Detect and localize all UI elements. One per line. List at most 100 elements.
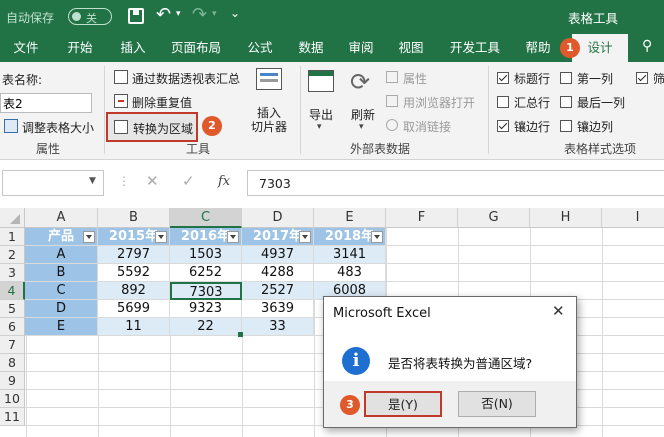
dialog-message: 是否将表转换为普通区域? — [388, 356, 533, 371]
table-name-input[interactable] — [0, 93, 92, 113]
table-cell[interactable]: 22 — [170, 318, 242, 336]
total-row-checkbox[interactable] — [497, 96, 509, 108]
properties-icon — [386, 71, 398, 83]
save-icon[interactable] — [128, 8, 144, 24]
tab-home[interactable]: 开始 — [60, 34, 100, 62]
row-header[interactable]: 8 — [0, 354, 25, 372]
name-box[interactable]: ▼ — [2, 170, 104, 196]
refresh-icon: ⟳ — [350, 68, 371, 96]
filter-dropdown-icon[interactable] — [227, 231, 239, 243]
row-header[interactable]: 5 — [0, 300, 25, 318]
no-button[interactable]: 否(N) — [458, 391, 536, 417]
active-cell[interactable]: 7303 — [170, 282, 242, 300]
table-cell[interactable]: B — [25, 264, 98, 282]
export-button[interactable]: 导出 ▾ — [304, 64, 340, 136]
formula-input[interactable]: 7303 — [247, 170, 664, 196]
select-all-corner[interactable] — [0, 208, 25, 228]
row-header[interactable]: 10 — [0, 390, 25, 408]
column-header[interactable]: E — [314, 208, 386, 228]
row-header[interactable]: 3 — [0, 264, 25, 282]
filter-dropdown-icon[interactable] — [83, 231, 95, 243]
refresh-button[interactable]: ⟳ 刷新 ▾ — [346, 64, 382, 136]
column-header[interactable]: H — [530, 208, 602, 228]
row-header[interactable]: 6 — [0, 318, 25, 336]
table-cell[interactable]: 11 — [98, 318, 170, 336]
filter-dropdown-icon[interactable] — [371, 231, 383, 243]
tab-developer[interactable]: 开发工具 — [444, 34, 506, 62]
table-cell[interactable]: E — [25, 318, 98, 336]
first-column-checkbox[interactable] — [560, 72, 572, 84]
column-header[interactable]: F — [386, 208, 458, 228]
insert-slicer-button[interactable]: 插入 切片器 — [242, 64, 296, 136]
remove-duplicates-button[interactable]: 删除重复值 — [132, 94, 192, 111]
undo-icon[interactable]: ↶ — [156, 4, 171, 25]
column-header[interactable]: I — [602, 208, 664, 228]
column-header-active[interactable]: C — [170, 208, 242, 228]
table-header-cell[interactable]: 产品 — [25, 228, 98, 246]
resize-table-button[interactable]: 调整表格大小 — [22, 119, 94, 136]
row-header-active[interactable]: 4 — [0, 282, 25, 300]
column-header[interactable]: B — [98, 208, 170, 228]
title-bar: 自动保存 关 ↶ ▾ ↷ ▾ ⌄ 表格工具 — [0, 0, 664, 34]
table-header-cell[interactable]: 2017年 — [242, 228, 314, 246]
table-cell[interactable]: 6252 — [170, 264, 242, 282]
tab-help[interactable]: 帮助 — [518, 34, 558, 62]
table-cell[interactable]: 2797 — [98, 246, 170, 264]
table-cell[interactable]: C — [25, 282, 98, 300]
column-header[interactable]: G — [458, 208, 530, 228]
customize-qat-icon[interactable]: ⌄ — [230, 6, 240, 20]
table-cell[interactable]: 4937 — [242, 246, 314, 264]
banded-rows-checkbox[interactable] — [497, 120, 509, 132]
close-icon[interactable]: ✕ — [552, 302, 565, 320]
autosave-toggle[interactable]: 关 — [68, 8, 112, 25]
pivot-summary-button[interactable]: 通过数据透视表汇总 — [132, 70, 240, 87]
tab-review[interactable]: 审阅 — [341, 34, 381, 62]
row-header[interactable]: 1 — [0, 228, 25, 246]
undo-dropdown-icon[interactable]: ▾ — [176, 9, 181, 19]
external-properties-button: 属性 — [403, 72, 428, 86]
fill-handle[interactable] — [238, 332, 243, 337]
table-cell[interactable]: 4288 — [242, 264, 314, 282]
tab-insert[interactable]: 插入 — [113, 34, 153, 62]
tab-view[interactable]: 视图 — [391, 34, 431, 62]
export-icon — [308, 70, 334, 92]
table-cell[interactable]: 5699 — [98, 300, 170, 318]
tab-design[interactable]: 设计 — [572, 34, 628, 62]
table-cell[interactable]: 33 — [242, 318, 314, 336]
last-column-checkbox[interactable] — [560, 96, 572, 108]
table-header-cell[interactable]: 2016年 — [170, 228, 242, 246]
tab-page-layout[interactable]: 页面布局 — [166, 34, 226, 62]
column-header[interactable]: D — [242, 208, 314, 228]
row-header[interactable]: 2 — [0, 246, 25, 264]
table-cell[interactable]: A — [25, 246, 98, 264]
insert-function-button[interactable]: fx — [218, 174, 230, 189]
tab-formulas[interactable]: 公式 — [240, 34, 280, 62]
header-row-checkbox[interactable] — [497, 72, 509, 84]
table-cell[interactable]: 5592 — [98, 264, 170, 282]
table-cell[interactable]: 892 — [98, 282, 170, 300]
filter-dropdown-icon[interactable] — [155, 231, 167, 243]
convert-to-range-button[interactable]: 转换为区域 — [106, 112, 198, 142]
column-header[interactable]: A — [25, 208, 98, 228]
select-all-triangle — [10, 214, 20, 224]
table-cell[interactable]: 9323 — [170, 300, 242, 318]
table-header-cell[interactable]: 2018年 — [314, 228, 386, 246]
table-cell[interactable]: 2527 — [242, 282, 314, 300]
tab-file[interactable]: 文件 — [6, 34, 46, 62]
tab-data[interactable]: 数据 — [291, 34, 331, 62]
row-header[interactable]: 9 — [0, 372, 25, 390]
table-header-cell[interactable]: 2015年 — [98, 228, 170, 246]
search-icon[interactable]: ⚲ — [642, 38, 652, 54]
table-cell[interactable]: 483 — [314, 264, 386, 282]
table-cell[interactable]: 1503 — [170, 246, 242, 264]
banded-columns-checkbox[interactable] — [560, 120, 572, 132]
name-box-dropdown-icon[interactable]: ▼ — [89, 176, 96, 186]
yes-button[interactable]: 是(Y) — [364, 391, 442, 417]
filter-button-checkbox[interactable] — [636, 72, 648, 84]
row-header[interactable]: 7 — [0, 336, 25, 354]
table-cell[interactable]: D — [25, 300, 98, 318]
table-cell[interactable]: 3639 — [242, 300, 314, 318]
table-cell[interactable]: 3141 — [314, 246, 386, 264]
filter-dropdown-icon[interactable] — [299, 231, 311, 243]
row-header[interactable]: 11 — [0, 408, 25, 426]
